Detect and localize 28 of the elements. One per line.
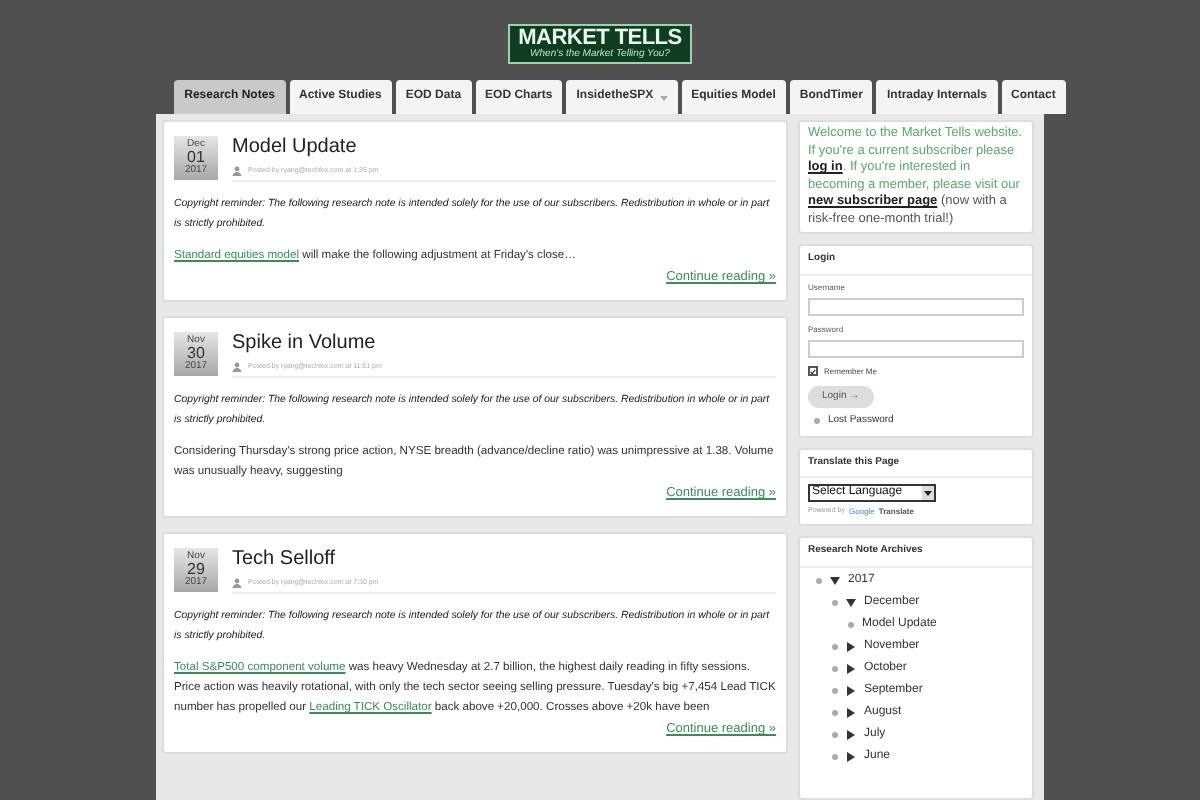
bullet-icon — [832, 643, 838, 649]
right-triangle-icon[interactable] — [846, 663, 856, 673]
bullet-icon — [832, 665, 838, 671]
bullet-icon — [832, 709, 838, 715]
post-title[interactable]: Tech Selloff — [232, 544, 776, 574]
person-icon — [232, 166, 242, 177]
bullet-icon — [832, 599, 838, 605]
right-triangle-icon[interactable] — [846, 751, 856, 761]
down-triangle-icon[interactable] — [846, 597, 856, 607]
checkbox[interactable] — [808, 366, 818, 376]
right-triangle-icon[interactable] — [846, 641, 856, 651]
bullet-icon — [832, 753, 838, 759]
post-title[interactable]: Model Update — [232, 132, 776, 162]
caret-icon — [922, 486, 934, 500]
bullet-icon — [816, 577, 822, 583]
down-triangle-icon[interactable] — [830, 575, 840, 585]
password-field[interactable] — [808, 339, 1024, 357]
person-icon — [232, 362, 242, 373]
bullet-icon — [832, 731, 838, 737]
right-triangle-icon[interactable] — [846, 685, 856, 695]
right-triangle-icon[interactable] — [846, 707, 856, 717]
username-field[interactable] — [808, 297, 1024, 315]
right-triangle-icon[interactable] — [846, 729, 856, 739]
bullet-icon — [848, 621, 854, 627]
bullet-icon — [814, 418, 820, 425]
post-title[interactable]: Spike in Volume — [232, 328, 776, 358]
bullet-icon — [832, 687, 838, 693]
person-icon — [232, 578, 242, 589]
